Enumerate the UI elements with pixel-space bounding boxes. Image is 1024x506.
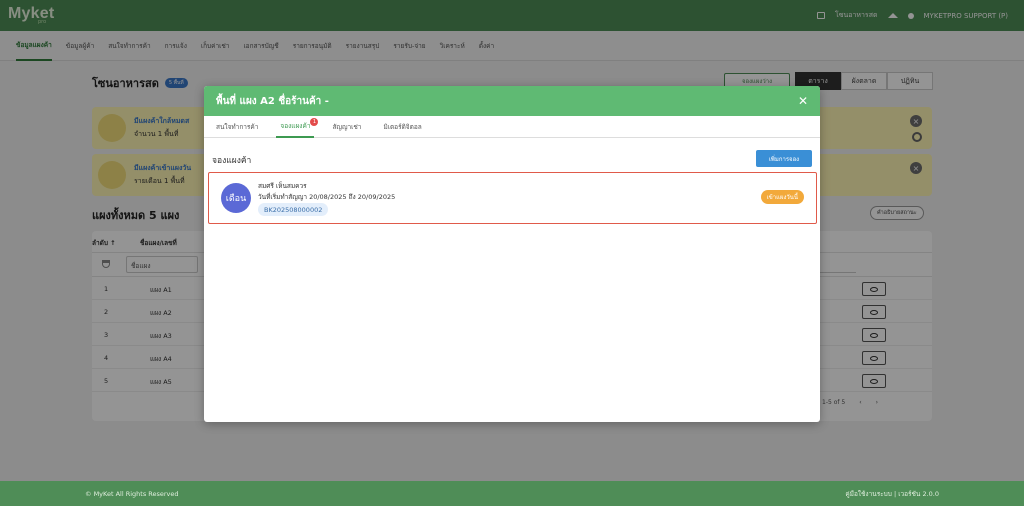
contract-dates: วันที่เริ่มทำสัญญา 20/08/2025 ถึง 20/09/… <box>258 193 396 201</box>
footer: © MyKet All Rights Reserved คู่มือใช้งาน… <box>0 481 1024 506</box>
tab-meter[interactable]: มิเตอร์ดิจิตอล <box>379 116 425 138</box>
modal-tabs: สนใจทำการค้า จองแผงค้า 1 สัญญาเช่า มิเตอ… <box>204 116 820 138</box>
copyright: © MyKet All Rights Reserved <box>85 489 179 498</box>
tab-booking-label: จองแผงค้า <box>280 122 311 130</box>
tab-badge: 1 <box>310 118 319 126</box>
status-badge[interactable]: เข้าแผงวันนี้ <box>760 190 804 204</box>
avatar: เดือน <box>221 183 251 213</box>
modal-title: พื้นที่ แผง A2 ชื่อร้านค้า - <box>216 95 329 107</box>
booking-section-header: จองแผงค้า เพิ่มการจอง <box>204 138 820 167</box>
add-booking-button[interactable]: เพิ่มการจอง <box>756 150 812 167</box>
close-icon[interactable]: ✕ <box>798 95 808 107</box>
booking-code: BK202508000002 <box>258 203 329 216</box>
modal-header: พื้นที่ แผง A2 ชื่อร้านค้า - ✕ <box>204 86 820 116</box>
booking-card[interactable]: เดือน สมศรี เห็นสมควร วันที่เริ่มทำสัญญา… <box>208 172 817 224</box>
tab-booking[interactable]: จองแผงค้า 1 <box>276 116 319 138</box>
tab-interest[interactable]: สนใจทำการค้า <box>212 116 262 138</box>
manual-version[interactable]: คู่มือใช้งานระบบ | เวอร์ชัน 2.0.0 <box>845 489 939 499</box>
section-title: จองแผงค้า <box>212 156 252 166</box>
stall-detail-modal: พื้นที่ แผง A2 ชื่อร้านค้า - ✕ สนใจทำการ… <box>204 86 820 422</box>
booker-name: สมศรี เห็นสมควร <box>258 182 307 190</box>
tab-contract[interactable]: สัญญาเช่า <box>328 116 365 138</box>
